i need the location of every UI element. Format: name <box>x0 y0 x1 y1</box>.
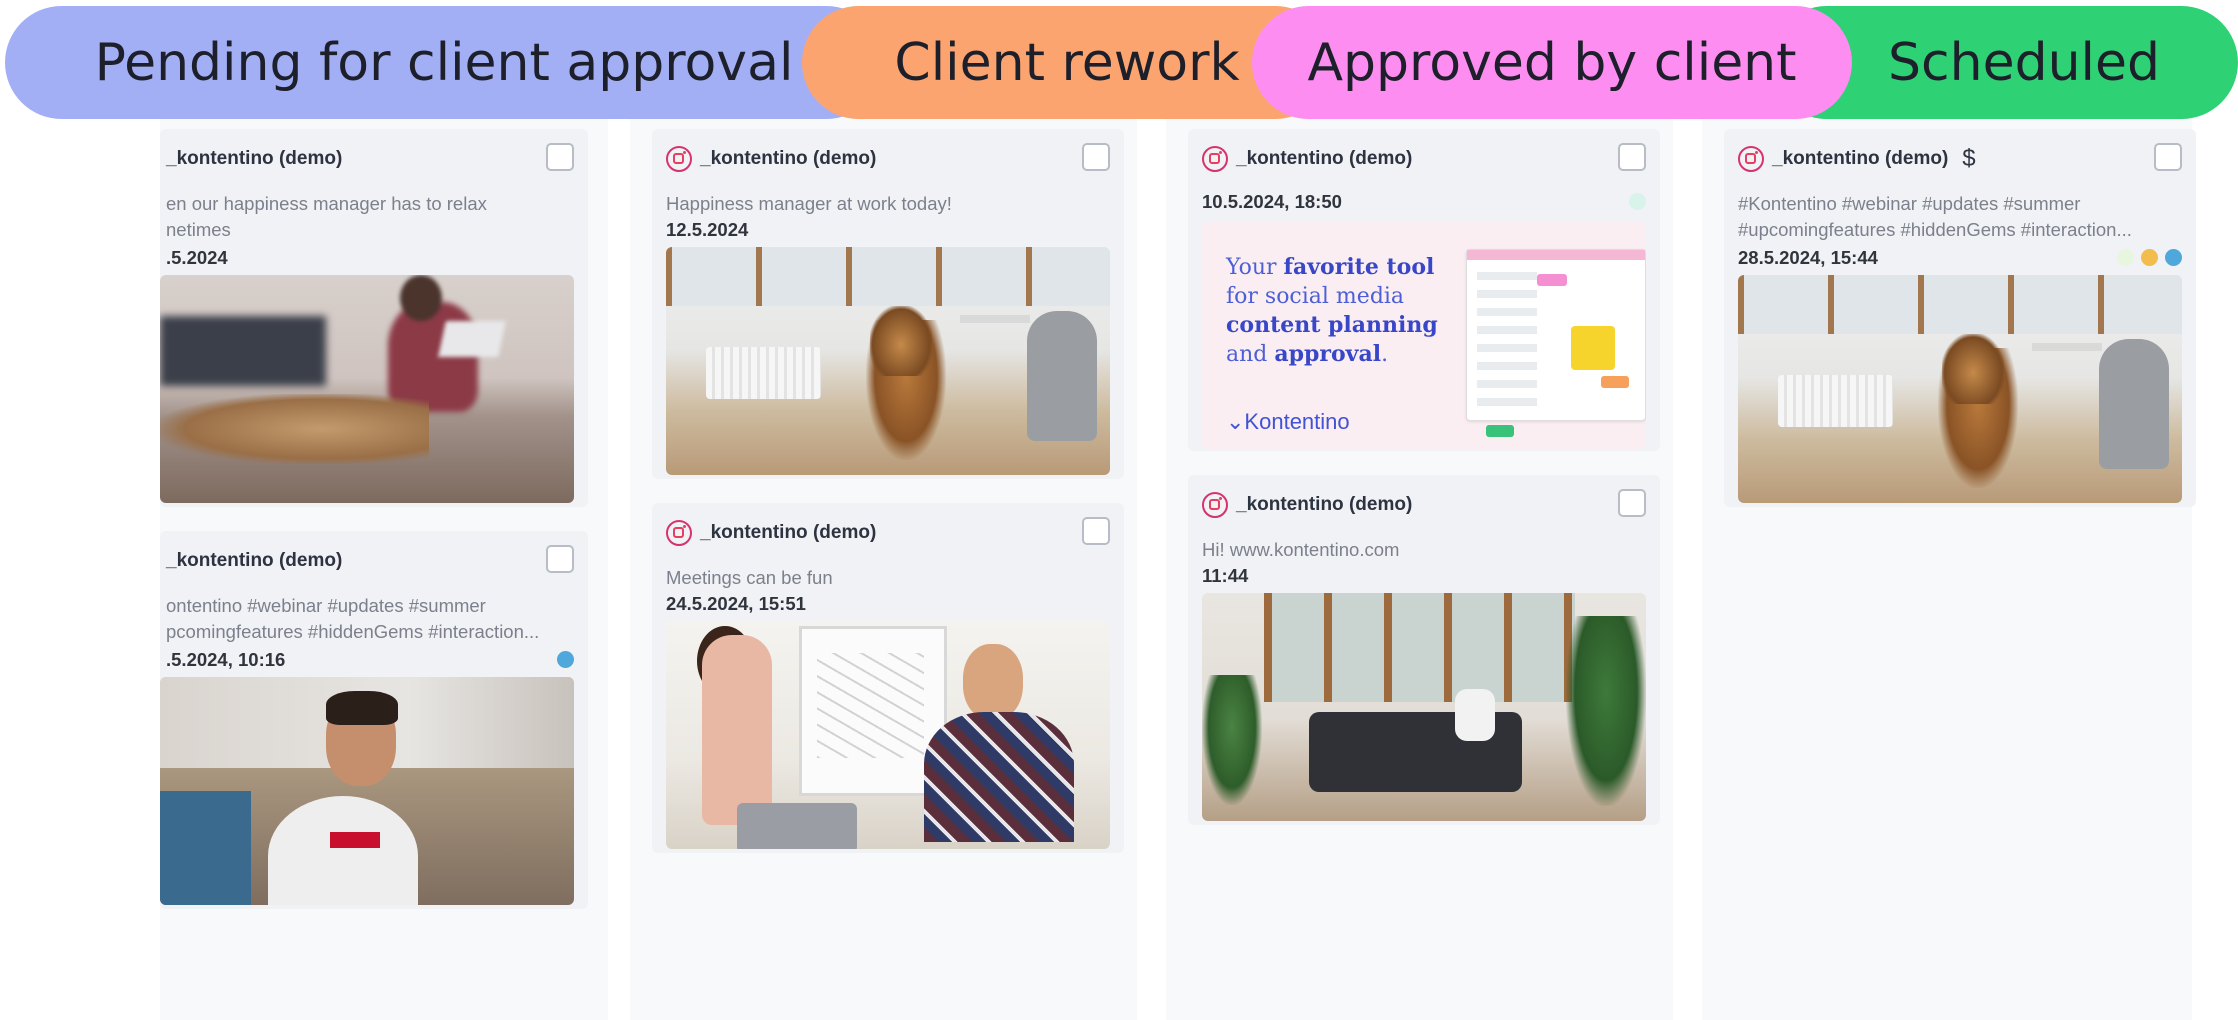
post-image[interactable] <box>666 247 1110 475</box>
post-caption: Meetings can be fun <box>666 567 833 588</box>
post-date: 12.5.2024 <box>666 219 749 240</box>
label-dots <box>1629 193 1646 210</box>
status-label: Pending for client approval <box>94 32 794 93</box>
select-checkbox[interactable] <box>1618 489 1646 517</box>
post-caption: Happiness manager at work today! <box>666 193 952 214</box>
post-card[interactable]: _kontentino (demo) Happiness manager at … <box>652 129 1124 479</box>
post-date: 10.5.2024, 18:50 <box>1202 191 1342 212</box>
select-checkbox[interactable] <box>546 545 574 573</box>
post-image[interactable] <box>1202 593 1646 821</box>
board-column-approved-by-client: _kontentino (demo) 10.5.2024, 18:50 Your… <box>1166 115 1673 1020</box>
label-dot <box>2165 249 2182 266</box>
post-caption: ontentino #webinar #updates #summer pcom… <box>166 595 540 642</box>
account-name: _kontentino (demo) <box>1236 148 1413 169</box>
instagram-icon <box>1202 492 1228 518</box>
select-checkbox[interactable] <box>546 143 574 171</box>
account-name: _kontentino (demo) <box>1236 494 1413 515</box>
post-caption: #Kontentino #webinar #updates #summer #u… <box>1738 193 2132 240</box>
app-screenshot <box>1466 249 1646 421</box>
board-column-scheduled: _kontentino (demo) $ #Kontentino #webina… <box>1702 115 2196 1020</box>
dollar-icon: $ <box>1962 145 1976 172</box>
instagram-icon <box>1738 146 1764 172</box>
status-label: Client rework <box>894 32 1240 93</box>
label-dot <box>1629 193 1646 210</box>
instagram-icon <box>666 520 692 546</box>
post-date: .5.2024, 10:16 <box>166 649 286 670</box>
post-image[interactable] <box>160 275 574 503</box>
account-name: _kontentino (demo) <box>700 148 877 169</box>
post-date: .5.2024 <box>166 247 228 268</box>
account-name: _kontentino (demo) <box>166 550 343 571</box>
post-date: 28.5.2024, 15:44 <box>1738 247 1878 268</box>
post-caption: en our happiness manager has to relax ne… <box>166 193 487 240</box>
instagram-icon <box>1202 146 1228 172</box>
post-card[interactable]: _kontentino (demo) Meetings can be fun 2… <box>652 503 1124 853</box>
board-column-client-rework: _kontentino (demo) Happiness manager at … <box>630 115 1137 1020</box>
post-image[interactable] <box>1738 275 2182 503</box>
post-image[interactable]: Your favorite tool for social media cont… <box>1202 221 1646 449</box>
post-card[interactable]: _kontentino (demo) en our happiness mana… <box>160 129 588 507</box>
status-approved-by-client[interactable]: Approved by client <box>1252 6 1852 119</box>
status-label: Scheduled <box>1888 32 2160 93</box>
account-name: _kontentino (demo) <box>700 522 877 543</box>
account-name: _kontentino (demo) <box>1772 148 1949 169</box>
select-checkbox[interactable] <box>1082 143 1110 171</box>
label-dots <box>2117 249 2182 266</box>
status-label: Approved by client <box>1307 32 1797 93</box>
post-image[interactable] <box>666 621 1110 849</box>
account-name: _kontentino (demo) <box>166 148 343 169</box>
status-pending-for-client-approval[interactable]: Pending for client approval <box>5 6 883 119</box>
post-card[interactable]: _kontentino (demo) ontentino #webinar #u… <box>160 531 588 909</box>
board-column-pending: _kontentino (demo) en our happiness mana… <box>160 115 608 1020</box>
select-checkbox[interactable] <box>1082 517 1110 545</box>
post-card[interactable]: _kontentino (demo) Hi! www.kontentino.co… <box>1188 475 1660 825</box>
post-caption: Hi! www.kontentino.com <box>1202 539 1400 560</box>
post-image[interactable] <box>160 677 574 905</box>
label-dot <box>557 651 574 668</box>
post-date: 24.5.2024, 15:51 <box>666 593 806 614</box>
promo-headline: Your favorite tool for social media cont… <box>1226 254 1438 367</box>
post-card[interactable]: _kontentino (demo) 10.5.2024, 18:50 Your… <box>1188 129 1660 451</box>
label-dot <box>2141 249 2158 266</box>
label-dot <box>2117 249 2134 266</box>
kontentino-logo: ⌄Kontentino <box>1226 409 1350 434</box>
post-card[interactable]: _kontentino (demo) $ #Kontentino #webina… <box>1724 129 2196 507</box>
instagram-icon <box>666 146 692 172</box>
select-checkbox[interactable] <box>2154 143 2182 171</box>
post-date: 11:44 <box>1202 565 1249 586</box>
select-checkbox[interactable] <box>1618 143 1646 171</box>
label-dots <box>557 651 574 668</box>
